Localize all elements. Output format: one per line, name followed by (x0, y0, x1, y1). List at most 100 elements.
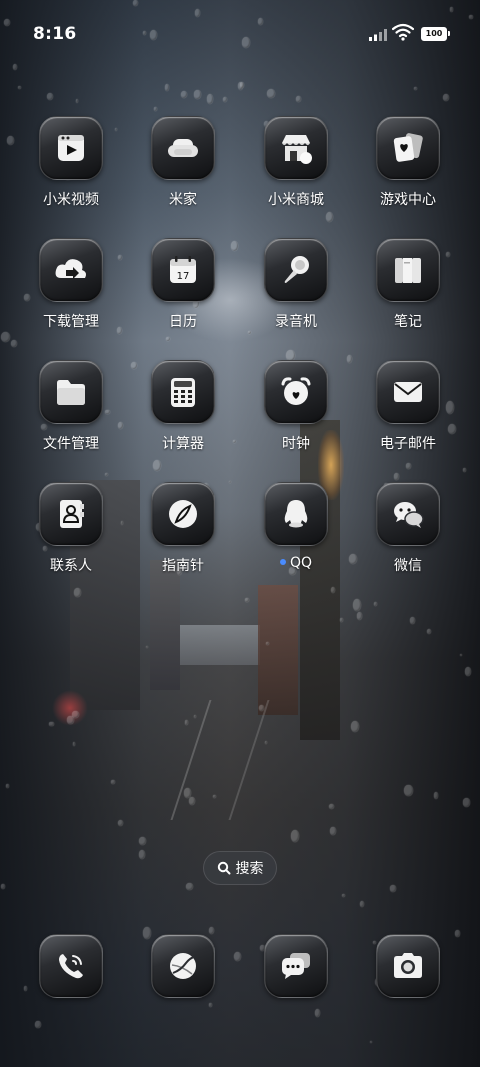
alarm-clock-icon (264, 360, 328, 424)
dock-camera[interactable] (352, 934, 464, 998)
app-file-manager[interactable]: 文件管理 (15, 360, 127, 453)
raindrop (465, 666, 472, 676)
app-xiaomi-video[interactable]: 小米视频 (15, 116, 127, 209)
playing-cards-icon (376, 116, 440, 180)
wallpaper-building (150, 560, 180, 690)
raindrop (75, 99, 79, 103)
home-screen: 8:16 100 小米视频 米家 小米商城 游戏中心 下载管理 17 日历 录音… (0, 0, 480, 1067)
raindrop (406, 463, 412, 469)
app-wechat[interactable]: 微信 (352, 482, 464, 575)
app-mijia[interactable]: 米家 (127, 116, 239, 209)
search-icon (217, 861, 230, 875)
raindrop (433, 791, 439, 799)
app-label: 微信 (394, 558, 422, 574)
signal-icon (369, 29, 387, 41)
sofa-icon (151, 116, 215, 180)
folder-icon (39, 360, 103, 424)
raindrop (374, 601, 378, 606)
raindrop (330, 826, 336, 836)
app-label: QQ (240, 555, 352, 571)
penguin-icon (264, 482, 328, 546)
app-notes[interactable]: 笔记 (352, 238, 464, 331)
app-label: 文件管理 (43, 436, 99, 452)
raindrop (74, 588, 81, 598)
raindrop (296, 96, 301, 102)
app-contacts[interactable]: 联系人 (15, 482, 127, 575)
raindrop (139, 836, 146, 845)
raindrop (459, 653, 462, 657)
raindrop (414, 87, 417, 90)
raindrop (118, 820, 124, 827)
dock-phone[interactable] (15, 934, 127, 998)
messages-icon (264, 934, 328, 998)
raindrop (207, 93, 214, 104)
wallpaper-rail-track (170, 700, 270, 820)
app-compass[interactable]: 指南针 (127, 482, 239, 575)
app-label: 电子邮件 (380, 436, 436, 452)
raindrop (193, 90, 202, 99)
wallpaper-building (180, 625, 260, 665)
raindrop (267, 89, 276, 99)
raindrop (184, 720, 189, 726)
app-game-center[interactable]: 游戏中心 (352, 116, 464, 209)
contact-book-icon (39, 482, 103, 546)
app-calendar[interactable]: 17 日历 (127, 238, 239, 331)
raindrop (245, 597, 249, 603)
dock-browser[interactable] (127, 934, 239, 998)
raindrop (463, 467, 467, 472)
raindrop (264, 741, 268, 745)
raindrop (164, 83, 169, 91)
raindrop (138, 850, 145, 860)
raindrop (340, 617, 344, 623)
raindrop (409, 616, 416, 624)
raindrop (342, 893, 346, 897)
app-qq[interactable]: QQ (240, 482, 352, 571)
raindrop (329, 804, 335, 810)
search-label: 搜索 (235, 861, 264, 877)
status-bar: 8:16 100 (0, 0, 480, 68)
raindrop (35, 1021, 41, 1029)
app-clock[interactable]: 时钟 (240, 360, 352, 453)
raindrop (11, 339, 18, 347)
app-label: 计算器 (162, 436, 204, 452)
raindrop (5, 783, 9, 789)
calculator-icon (151, 360, 215, 424)
raindrop (183, 788, 191, 798)
raindrop (315, 1008, 321, 1017)
app-recorder[interactable]: 录音机 (240, 238, 352, 331)
raindrop (186, 883, 193, 890)
browser-globe-icon (151, 934, 215, 998)
compass-icon (151, 482, 215, 546)
search-button[interactable]: 搜索 (203, 851, 277, 885)
raindrop (67, 715, 74, 725)
raindrop (49, 721, 54, 727)
phone-icon (39, 934, 103, 998)
calendar-date: 17 (177, 271, 190, 282)
app-label: 小米视频 (43, 192, 99, 208)
app-email[interactable]: 电子邮件 (352, 360, 464, 453)
app-calculator[interactable]: 计算器 (127, 360, 239, 453)
raindrop (394, 473, 400, 480)
raindrop (17, 85, 21, 90)
raindrop (193, 714, 197, 719)
app-label: 时钟 (282, 436, 310, 452)
app-label: 下载管理 (43, 314, 99, 330)
wifi-icon (392, 23, 414, 41)
raindrop (258, 705, 264, 712)
raindrop (213, 794, 216, 798)
raindrop (325, 211, 334, 223)
chat-bubbles-icon (376, 482, 440, 546)
raindrop (165, 336, 170, 342)
calendar-icon: 17 (151, 238, 215, 302)
raindrop (46, 92, 54, 101)
download-cloud-icon (39, 238, 103, 302)
raindrop (462, 798, 471, 808)
app-xiaomi-store[interactable]: 小米商城 (240, 116, 352, 209)
app-download-manager[interactable]: 下载管理 (15, 238, 127, 331)
dock-messages[interactable] (240, 934, 352, 998)
new-indicator-dot (279, 559, 286, 565)
envelope-icon (376, 360, 440, 424)
raindrop (145, 646, 148, 649)
camera-icon (376, 934, 440, 998)
app-label: 录音机 (275, 314, 317, 330)
